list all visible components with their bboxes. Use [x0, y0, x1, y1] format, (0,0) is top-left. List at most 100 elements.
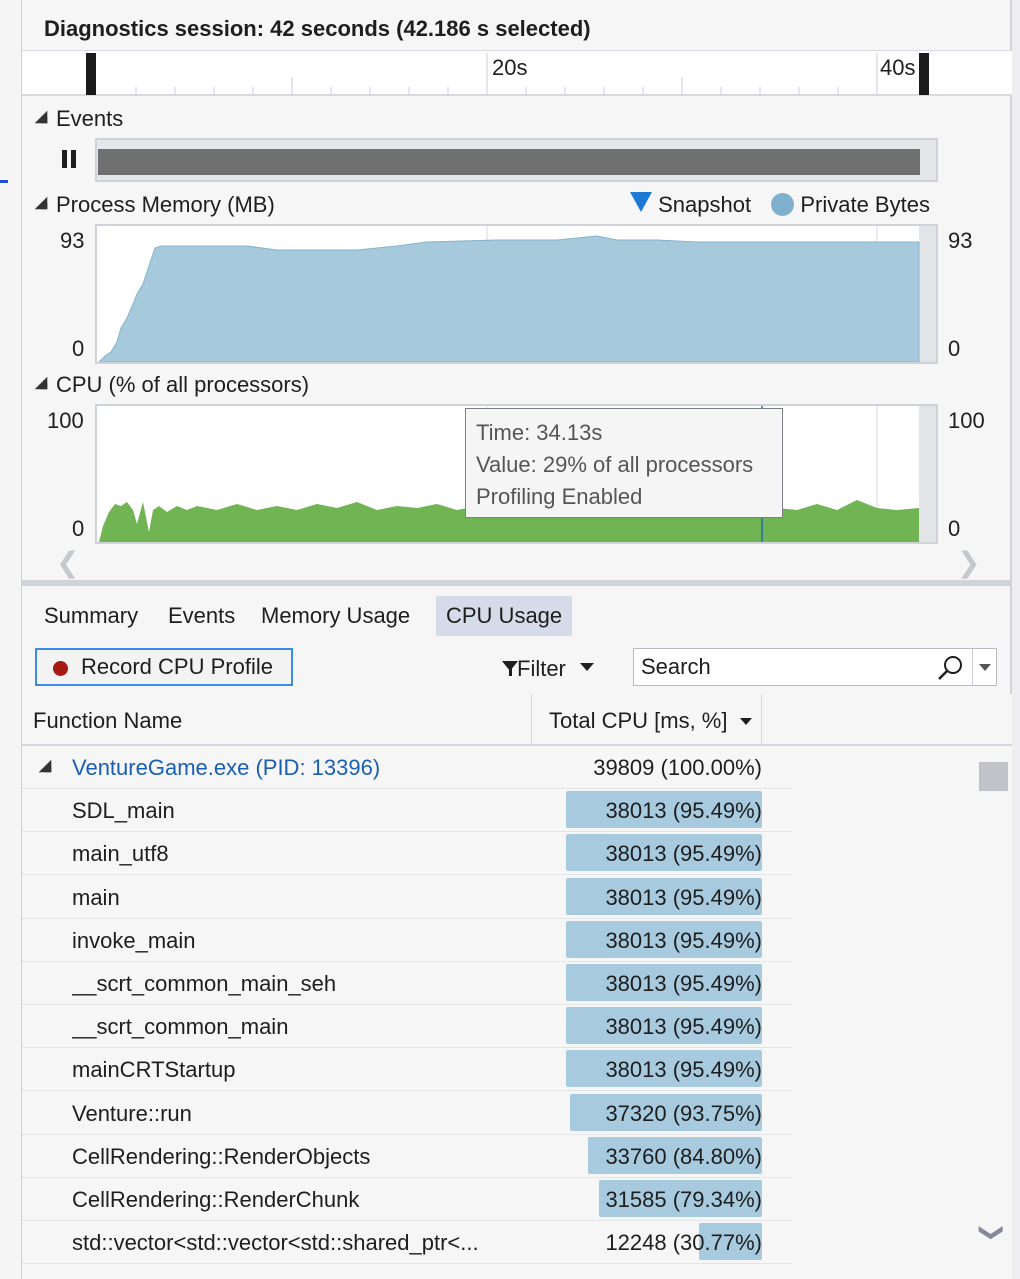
memory-legend: Snapshot Private Bytes	[630, 192, 930, 218]
chevron-down-icon	[580, 663, 595, 672]
function-name: Venture::run	[72, 1100, 192, 1126]
ruler-label-40s: 40s	[880, 55, 916, 80]
table-row[interactable]: mainCRTStartup 38013 (95.49%)	[22, 1048, 792, 1092]
search-box[interactable]	[633, 648, 997, 686]
total-cpu-value: 38013 (95.49%)	[605, 798, 762, 824]
memory-chart[interactable]	[95, 224, 938, 364]
tooltip-time: Time: 34.13s	[476, 420, 603, 445]
search-options-dropdown[interactable]	[972, 649, 997, 685]
table-row[interactable]: invoke_main 38013 (95.49%)	[22, 919, 792, 962]
filter-stem	[509, 666, 512, 677]
table-row[interactable]: __scrt_common_main 38013 (95.49%)	[22, 1005, 792, 1049]
table-row[interactable]: CellRendering::RenderChunk 31585 (79.34%)	[22, 1178, 792, 1221]
function-name: std::vector<std::vector<std::shared_ptr<…	[72, 1230, 479, 1256]
memory-y-min-right: 0	[948, 336, 961, 361]
table-row[interactable]: std::vector<std::vector<std::shared_ptr<…	[22, 1221, 792, 1265]
tab-events[interactable]: Events	[158, 596, 245, 636]
collapse-triangle-icon[interactable]	[38, 759, 52, 773]
scroll-right-icon[interactable]: ❯	[957, 549, 980, 577]
column-divider[interactable]	[531, 694, 532, 746]
collapse-triangle-icon[interactable]	[34, 110, 48, 124]
filter-dropdown[interactable]: Filter	[502, 652, 595, 686]
total-cpu-cell: 38013 (95.49%)	[532, 832, 762, 875]
total-cpu-value: 38013 (95.49%)	[605, 927, 762, 953]
total-cpu-value: 38013 (95.49%)	[605, 1014, 762, 1040]
total-cpu-value: 38013 (95.49%)	[605, 841, 762, 867]
scroll-down-icon[interactable]: ❯	[978, 1222, 1007, 1242]
record-cpu-profile-button[interactable]: Record CPU Profile	[35, 648, 293, 686]
search-icon[interactable]	[936, 655, 964, 681]
private-bytes-dot-icon	[771, 192, 795, 216]
memory-title: Process Memory (MB)	[56, 192, 275, 217]
function-name: main_utf8	[72, 841, 169, 867]
total-cpu-value: 31585 (79.34%)	[605, 1187, 762, 1212]
cpu-usage-table: Function Name Total CPU [ms, %] VentureG…	[22, 694, 1012, 1279]
tab-cpu-usage[interactable]: CPU Usage	[436, 596, 573, 636]
table-row[interactable]: SDL_main 38013 (95.49%)	[22, 789, 792, 833]
tab-memory-usage[interactable]: Memory Usage	[251, 596, 420, 636]
cpu-title: CPU (% of all processors)	[56, 372, 310, 397]
memory-section-header[interactable]: Process Memory (MB)	[34, 192, 275, 218]
vertical-scrollbar-thumb[interactable]	[979, 762, 1008, 791]
table-header: Function Name Total CPU [ms, %]	[22, 694, 1012, 746]
selection-start-handle[interactable]	[86, 53, 96, 95]
memory-y-max-left: 93	[60, 228, 85, 253]
function-name: __scrt_common_main	[72, 1014, 289, 1040]
total-cpu-value: 38013 (95.49%)	[605, 884, 762, 910]
total-cpu-cell: 38013 (95.49%)	[532, 1048, 762, 1091]
cpu-tooltip: Time: 34.13s Value: 29% of all processor…	[465, 408, 783, 518]
scroll-left-icon[interactable]: ❮	[56, 549, 79, 577]
total-cpu-value: 12248 (30.77%)	[605, 1230, 762, 1256]
total-cpu-value: 38013 (95.49%)	[605, 1057, 762, 1083]
record-cpu-profile-label: Record CPU Profile	[81, 654, 273, 679]
snapshot-triangle-icon	[630, 192, 652, 212]
timeline-ruler[interactable]: 20s 40s	[22, 50, 1012, 96]
editor-margin-strip	[0, 0, 22, 1279]
pause-icon[interactable]	[62, 150, 76, 168]
memory-y-max-right: 93	[948, 228, 973, 253]
collapse-triangle-icon[interactable]	[34, 196, 48, 210]
cpu-y-max-right: 100	[948, 408, 985, 433]
total-cpu-value: 37320 (93.75%)	[605, 1100, 762, 1126]
total-cpu-value: 33760 (84.80%)	[605, 1143, 762, 1169]
tab-summary[interactable]: Summary	[34, 596, 148, 636]
tooltip-value: Value: 29% of all processors	[476, 452, 754, 477]
column-function-name[interactable]: Function Name	[33, 694, 182, 746]
function-name: SDL_main	[72, 798, 175, 824]
table-row[interactable]: main_utf8 38013 (95.49%)	[22, 832, 792, 876]
function-name: main	[72, 884, 120, 910]
events-title: Events	[56, 106, 124, 131]
column-total-cpu[interactable]: Total CPU [ms, %]	[549, 694, 727, 746]
sort-descending-icon	[740, 718, 752, 725]
function-name: VentureGame.exe (PID: 13396)	[72, 755, 381, 780]
total-cpu-cell: 38013 (95.49%)	[532, 919, 762, 962]
column-divider[interactable]	[761, 694, 762, 746]
function-name: CellRendering::RenderObjects	[72, 1143, 371, 1169]
panel-splitter[interactable]	[22, 580, 1012, 586]
table-row[interactable]: __scrt_common_main_seh 38013 (95.49%)	[22, 962, 792, 1005]
record-icon	[53, 661, 68, 676]
events-section-header[interactable]: Events	[34, 106, 123, 132]
collapse-triangle-icon[interactable]	[34, 376, 48, 390]
table-row[interactable]: Venture::run 37320 (93.75%)	[22, 1092, 792, 1135]
session-title: Diagnostics session: 42 seconds (42.186 …	[44, 16, 591, 41]
total-cpu-value: 39809 (100.00%)	[593, 755, 762, 780]
selection-end-handle[interactable]	[919, 53, 929, 95]
total-cpu-cell: 38013 (95.49%)	[532, 962, 762, 1005]
cpu-section-header[interactable]: CPU (% of all processors)	[34, 372, 309, 398]
total-cpu-cell: 12248 (30.77%)	[532, 1221, 762, 1264]
total-cpu-cell: 38013 (95.49%)	[532, 1005, 762, 1048]
table-row[interactable]: CellRendering::RenderObjects 33760 (84.80…	[22, 1135, 792, 1178]
function-name: invoke_main	[72, 927, 196, 953]
legend-snapshot-label: Snapshot	[658, 192, 752, 217]
filter-label: Filter	[517, 656, 566, 681]
table-row[interactable]: main 38013 (95.49%)	[22, 876, 792, 919]
search-input[interactable]	[634, 649, 934, 685]
table-row[interactable]: VentureGame.exe (PID: 13396) 39809 (100.0…	[22, 746, 792, 789]
events-bar	[98, 149, 920, 175]
total-cpu-cell: 31585 (79.34%)	[532, 1178, 762, 1221]
events-track[interactable]	[95, 138, 938, 182]
tooltip-status: Profiling Enabled	[476, 484, 643, 509]
cpu-y-min-right: 0	[948, 516, 961, 541]
legend-private-bytes-label: Private Bytes	[800, 192, 930, 217]
